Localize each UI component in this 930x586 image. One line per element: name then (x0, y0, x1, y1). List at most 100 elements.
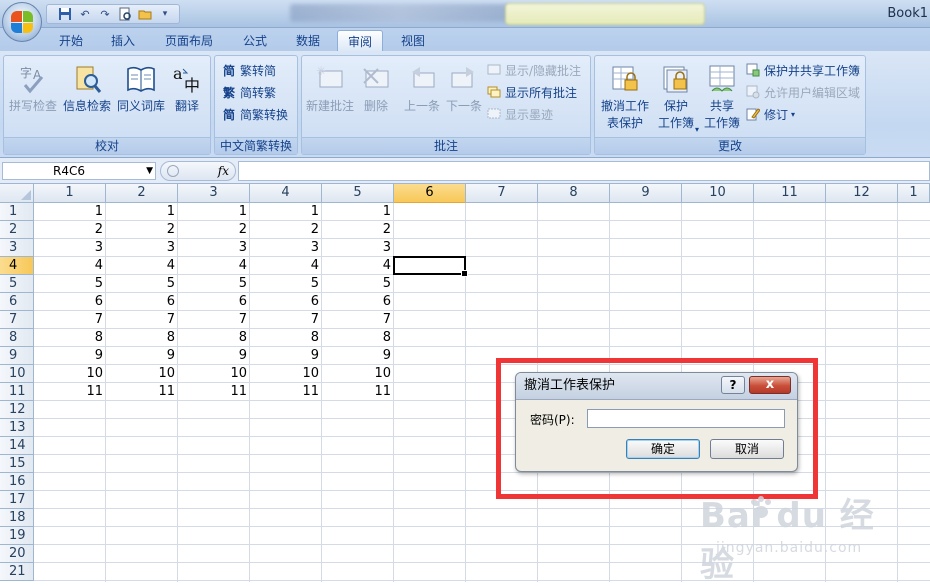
column-header[interactable]: 6 (394, 184, 466, 203)
cell[interactable]: 8 (322, 329, 394, 347)
cell[interactable]: 5 (322, 275, 394, 293)
cell[interactable]: 1 (322, 203, 394, 221)
cell[interactable]: 5 (34, 275, 106, 293)
cell[interactable]: 10 (322, 365, 394, 383)
cell[interactable]: 7 (250, 311, 322, 329)
formula-cancel-icon[interactable] (167, 165, 179, 177)
cell[interactable]: 1 (34, 203, 106, 221)
print-preview-icon[interactable] (117, 6, 133, 22)
column-header[interactable]: 1 (898, 184, 930, 203)
column-header[interactable]: 12 (826, 184, 898, 203)
cell[interactable]: 2 (34, 221, 106, 239)
cell[interactable]: 11 (34, 383, 106, 401)
row-header[interactable]: 2 (0, 221, 34, 239)
cell[interactable]: 2 (106, 221, 178, 239)
row-header[interactable]: 4 (0, 257, 34, 275)
previous-comment-button[interactable]: 上一条 (398, 60, 446, 136)
cell[interactable]: 6 (106, 293, 178, 311)
row-header[interactable]: 8 (0, 329, 34, 347)
translate-button[interactable]: a中 翻译 (160, 60, 214, 136)
research-button[interactable]: 信息检索 (60, 60, 114, 136)
protect-and-share-button[interactable]: 保护并共享工作簿 (745, 60, 860, 80)
row-header[interactable]: 1 (0, 203, 34, 221)
to-traditional-button[interactable]: 繁简转繁 (221, 82, 276, 102)
show-hide-comment-button[interactable]: 显示/隐藏批注 (486, 60, 581, 80)
row-header[interactable]: 18 (0, 509, 34, 527)
cell[interactable]: 7 (34, 311, 106, 329)
cell[interactable]: 11 (250, 383, 322, 401)
spelling-button[interactable]: 字A 拼写检查 (6, 60, 60, 136)
column-header[interactable]: 1 (34, 184, 106, 203)
select-all-corner[interactable] (0, 184, 34, 203)
cell[interactable]: 2 (250, 221, 322, 239)
office-button[interactable] (2, 2, 42, 42)
track-changes-button[interactable]: 修订 ▾ (745, 104, 795, 124)
tab-view[interactable]: 视图 (390, 30, 436, 51)
cell[interactable]: 1 (250, 203, 322, 221)
allow-edit-ranges-button[interactable]: 允许用户编辑区域 (745, 82, 860, 102)
row-header[interactable]: 10 (0, 365, 34, 383)
row-header[interactable]: 13 (0, 419, 34, 437)
row-header[interactable]: 6 (0, 293, 34, 311)
tab-insert[interactable]: 插入 (100, 30, 146, 51)
cell[interactable]: 10 (178, 365, 250, 383)
cell[interactable]: 10 (106, 365, 178, 383)
column-header[interactable]: 11 (754, 184, 826, 203)
cell[interactable]: 5 (250, 275, 322, 293)
insert-function-icon[interactable]: fx (218, 164, 229, 178)
customize-qat-chevron-icon[interactable]: ▾ (157, 6, 173, 22)
column-header[interactable]: 9 (610, 184, 682, 203)
cell[interactable]: 1 (178, 203, 250, 221)
tab-formulas[interactable]: 公式 (232, 30, 278, 51)
delete-comment-button[interactable]: 删除 (352, 60, 400, 136)
formula-input[interactable] (238, 161, 930, 181)
next-comment-button[interactable]: 下一条 (440, 60, 488, 136)
cell[interactable]: 8 (250, 329, 322, 347)
name-box-dropdown-icon[interactable]: ▼ (146, 163, 153, 179)
row-header[interactable]: 19 (0, 527, 34, 545)
row-header[interactable]: 12 (0, 401, 34, 419)
row-header[interactable]: 5 (0, 275, 34, 293)
cell[interactable]: 10 (34, 365, 106, 383)
row-header[interactable]: 3 (0, 239, 34, 257)
row-header[interactable]: 11 (0, 383, 34, 401)
cell[interactable]: 8 (178, 329, 250, 347)
row-header[interactable]: 20 (0, 545, 34, 563)
cell[interactable]: 9 (106, 347, 178, 365)
cell[interactable]: 3 (106, 239, 178, 257)
row-header[interactable]: 21 (0, 563, 34, 581)
cell[interactable]: 7 (106, 311, 178, 329)
open-folder-icon[interactable] (137, 6, 153, 22)
cell[interactable]: 4 (322, 257, 394, 275)
cell[interactable]: 7 (322, 311, 394, 329)
row-header[interactable]: 15 (0, 455, 34, 473)
cell[interactable]: 5 (106, 275, 178, 293)
cell[interactable]: 11 (322, 383, 394, 401)
redo-icon[interactable]: ↷ (97, 6, 113, 22)
cell[interactable]: 11 (106, 383, 178, 401)
help-icon[interactable]: ? (721, 376, 745, 394)
cell[interactable]: 3 (178, 239, 250, 257)
cell[interactable]: 11 (178, 383, 250, 401)
cell[interactable]: 5 (178, 275, 250, 293)
cell[interactable]: 4 (178, 257, 250, 275)
column-header[interactable]: 8 (538, 184, 610, 203)
password-input[interactable] (587, 409, 785, 428)
cell[interactable]: 4 (250, 257, 322, 275)
undo-icon[interactable]: ↶ (77, 6, 93, 22)
row-header[interactable]: 16 (0, 473, 34, 491)
cell[interactable]: 3 (322, 239, 394, 257)
cell[interactable]: 6 (322, 293, 394, 311)
name-box[interactable]: R4C6 ▼ (2, 162, 156, 180)
active-cell[interactable] (393, 256, 468, 277)
column-header[interactable]: 10 (682, 184, 754, 203)
cell[interactable]: 4 (34, 257, 106, 275)
cell[interactable]: 3 (34, 239, 106, 257)
cell[interactable]: 6 (34, 293, 106, 311)
ok-button[interactable]: 确定 (626, 439, 700, 459)
cell[interactable]: 1 (106, 203, 178, 221)
column-header[interactable]: 5 (322, 184, 394, 203)
cell[interactable]: 8 (106, 329, 178, 347)
column-header[interactable]: 4 (250, 184, 322, 203)
cell[interactable]: 10 (250, 365, 322, 383)
